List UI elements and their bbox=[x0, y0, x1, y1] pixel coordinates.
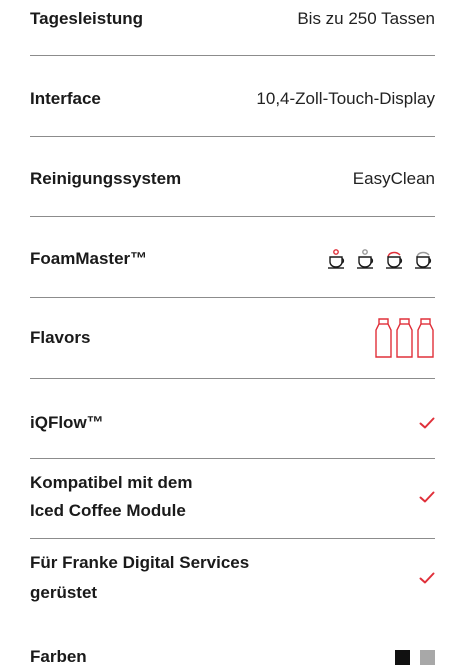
foammaster-icons bbox=[326, 248, 435, 270]
spec-label: Reinigungssystem bbox=[30, 169, 182, 188]
spec-row-flavors: Flavors bbox=[30, 315, 435, 361]
divider bbox=[30, 55, 435, 56]
spec-row-digital-services: Für Franke Digital Services gerüstet bbox=[30, 547, 435, 609]
spec-row-foammaster: FoamMaster™ bbox=[30, 243, 435, 275]
spec-label: iQFlow™ bbox=[30, 413, 104, 432]
check-icon bbox=[419, 491, 435, 503]
flavor-bottle-icon bbox=[375, 318, 392, 358]
cold-milk-cup-icon bbox=[415, 251, 432, 269]
check-icon bbox=[419, 417, 435, 429]
color-swatch-grey[interactable] bbox=[420, 649, 435, 665]
flavor-icons bbox=[374, 317, 435, 359]
check-icon bbox=[419, 572, 435, 584]
spec-value: EasyClean bbox=[352, 169, 435, 188]
divider bbox=[30, 216, 435, 217]
spec-row-iced-coffee: Kompatibel mit dem Iced Coffee Module bbox=[30, 467, 435, 527]
color-swatches bbox=[395, 649, 435, 665]
divider bbox=[30, 538, 435, 539]
spec-label: Interface bbox=[30, 89, 101, 108]
spec-row-daily-output: Tagesleistung Bis zu 250 Tassen bbox=[30, 3, 435, 35]
spec-label: Kompatibel mit dem Iced Coffee Module bbox=[30, 473, 193, 520]
divider bbox=[30, 297, 435, 298]
flavor-bottle-icon bbox=[417, 318, 434, 358]
spec-value: Bis zu 250 Tassen bbox=[297, 9, 435, 28]
spec-row-iqflow: iQFlow™ bbox=[30, 407, 435, 439]
cold-foam-cup-icon bbox=[386, 251, 403, 269]
spec-label: Farben bbox=[30, 647, 87, 666]
spec-label: Für Franke Digital Services gerüstet bbox=[30, 553, 250, 602]
spec-label: Tagesleistung bbox=[30, 9, 144, 28]
hot-milk-cup-icon bbox=[357, 249, 374, 269]
flavor-bottle-icon bbox=[396, 318, 413, 358]
spec-row-interface: Interface 10,4-Zoll-Touch-Display bbox=[30, 83, 435, 115]
divider bbox=[30, 136, 435, 137]
color-swatch-black[interactable] bbox=[395, 649, 410, 665]
divider bbox=[30, 458, 435, 459]
spec-row-cleaning: Reinigungssystem EasyClean bbox=[30, 163, 435, 195]
spec-value: 10,4-Zoll-Touch-Display bbox=[256, 89, 435, 108]
spec-label: Flavors bbox=[30, 328, 91, 347]
hot-foam-cup-icon bbox=[328, 249, 345, 269]
divider bbox=[30, 378, 435, 379]
spec-label: FoamMaster™ bbox=[30, 249, 148, 268]
spec-row-colors: Farben bbox=[30, 643, 435, 671]
